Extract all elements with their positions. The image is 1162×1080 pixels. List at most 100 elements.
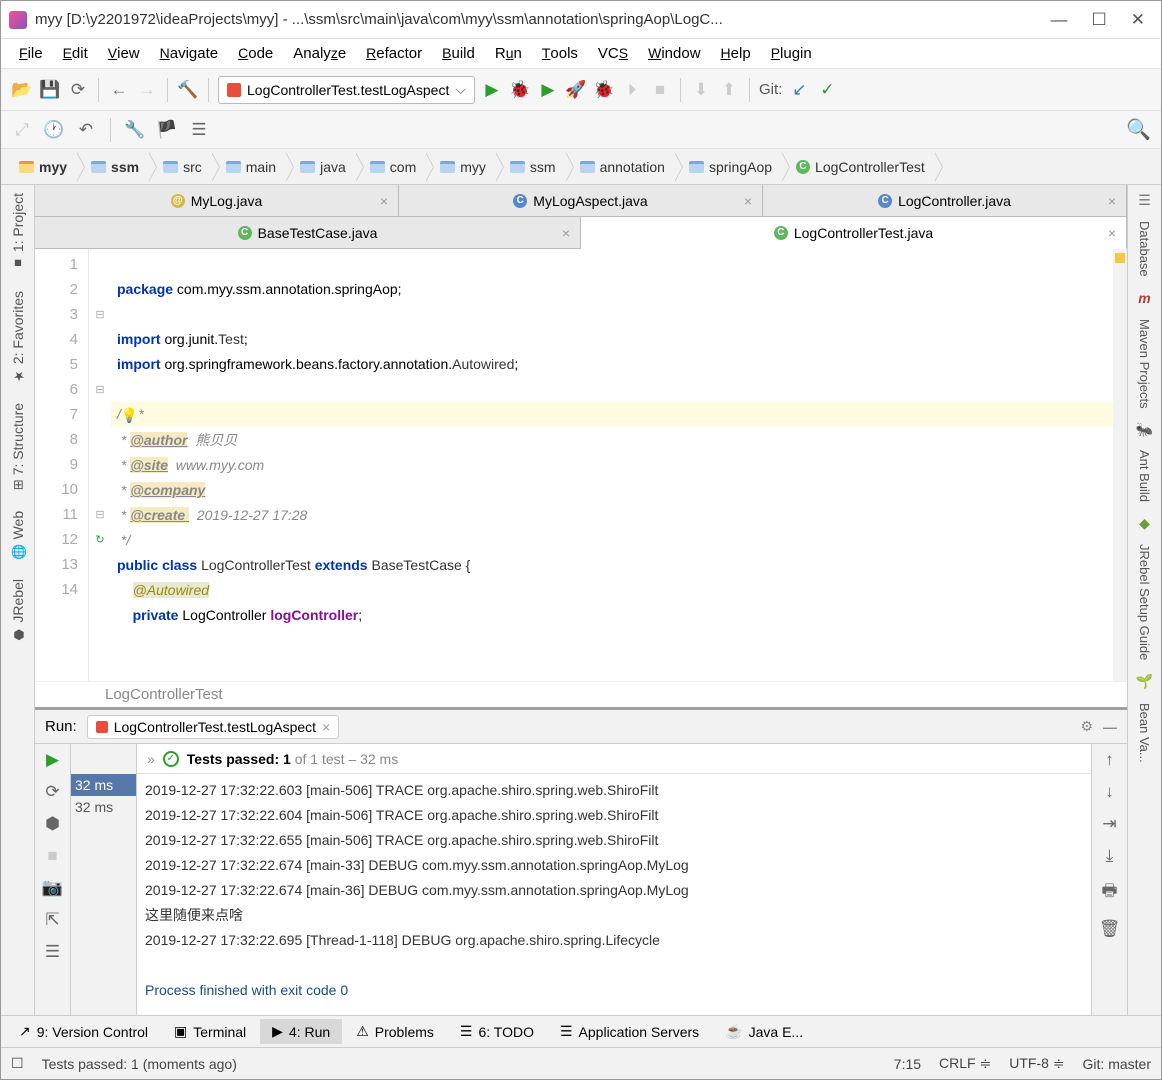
expand-icon[interactable]: ⤢ (11, 119, 33, 141)
menu-plugin[interactable]: Plugin (763, 41, 820, 66)
breadcrumb-item[interactable]: annotation (566, 152, 675, 182)
menu-view[interactable]: View (100, 41, 148, 66)
tool-database[interactable]: Database (1134, 213, 1155, 285)
line-separator[interactable]: CRLF ≑ (939, 1055, 991, 1072)
tab-logcontrollertest[interactable]: CLogControllerTest.java× (581, 217, 1127, 249)
breadcrumb-item[interactable]: springAop (675, 152, 782, 182)
git-push-icon[interactable]: ✓ (816, 79, 838, 101)
camera-icon[interactable]: 📷 (42, 878, 63, 898)
tool-maven[interactable]: Maven Projects (1134, 311, 1155, 417)
tool-jrebel-guide[interactable]: JRebel Setup Guide (1134, 536, 1155, 668)
clock-icon[interactable]: 🕐 (43, 119, 65, 141)
code-content[interactable]: package com.myy.ssm.annotation.springAop… (111, 249, 1113, 681)
close-icon[interactable]: × (322, 719, 330, 735)
rerun-icon[interactable]: ▶ (46, 750, 59, 770)
tool-web[interactable]: 🌐 Web (7, 503, 29, 567)
tool-project[interactable]: ■ 1: Project (7, 185, 29, 279)
code-editor[interactable]: 1234567891011121314 ⊟⊟⊟↻ package com.myy… (35, 249, 1127, 681)
forward-icon[interactable]: → (136, 79, 158, 101)
vcs-update-icon[interactable]: ⬇ (690, 79, 712, 101)
vcs-commit-icon[interactable]: ⬆ (718, 79, 740, 101)
search-icon[interactable]: 🔍 (1126, 117, 1151, 142)
toggle-icon[interactable]: ⟳ (45, 782, 59, 802)
tool-jrebel[interactable]: ⬢ JRebel (7, 571, 29, 650)
expand-arrow-icon[interactable]: » (147, 751, 155, 767)
menu-run[interactable]: Run (487, 41, 530, 66)
run-config-tab[interactable]: LogControllerTest.testLogAspect× (87, 715, 340, 739)
status-frame-icon[interactable]: ☐ (11, 1055, 24, 1072)
stop-icon[interactable]: ■ (47, 846, 57, 866)
breadcrumb-item[interactable]: java (286, 152, 356, 182)
debug-icon[interactable]: 🐞 (509, 79, 531, 101)
stop-icon[interactable]: ■ (649, 79, 671, 101)
jrebel-debug-icon[interactable]: 🐞 (593, 79, 615, 101)
tab-mylogaspect[interactable]: CMyLogAspect.java× (399, 185, 763, 217)
menu-code[interactable]: Code (230, 41, 281, 66)
git-branch[interactable]: Git: master (1083, 1056, 1151, 1072)
breadcrumb-item[interactable]: com (356, 152, 426, 182)
settings-icon[interactable]: ☰ (45, 942, 60, 962)
close-tab-icon[interactable]: × (380, 193, 388, 209)
menu-help[interactable]: Help (713, 41, 759, 66)
tool-favorites[interactable]: ★ 2: Favorites (7, 283, 29, 391)
breadcrumb-item[interactable]: myy (5, 152, 77, 182)
build-icon[interactable]: 🔨 (177, 79, 199, 101)
breadcrumb-item[interactable]: CLogControllerTest (782, 152, 935, 182)
run-icon[interactable]: ▶ (481, 79, 503, 101)
flag-icon[interactable]: 🏴 (156, 119, 178, 141)
tab-mylog[interactable]: @MyLog.java× (35, 185, 399, 217)
wrench-icon[interactable]: 🔧 (124, 119, 146, 141)
menu-navigate[interactable]: Navigate (152, 41, 227, 66)
tab-vcs[interactable]: ↗ 9: Version Control (7, 1019, 160, 1044)
breadcrumb-item[interactable]: main (212, 152, 286, 182)
tab-terminal[interactable]: ▣ Terminal (162, 1019, 258, 1044)
breadcrumb-item[interactable]: ssm (496, 152, 566, 182)
breadcrumb-item[interactable]: ssm (77, 152, 149, 182)
print-icon[interactable]: 🖶 (1101, 878, 1117, 907)
menu-window[interactable]: Window (640, 41, 708, 66)
coverage-icon[interactable]: ▶ (537, 79, 559, 101)
wrap-icon[interactable]: ⇥ (1102, 814, 1116, 834)
test-tree[interactable]: 32 ms 32 ms (71, 744, 137, 1047)
jrebel-icon[interactable]: ⬢ (45, 814, 60, 834)
up-icon[interactable]: ↑ (1105, 750, 1114, 770)
console-output[interactable]: 2019-12-27 17:32:22.603 [main-506] TRACE… (137, 774, 1091, 1047)
tab-basetestcase[interactable]: CBaseTestCase.java× (35, 217, 581, 249)
tool-structure[interactable]: ⊞ 7: Structure (7, 395, 29, 498)
profile-icon[interactable]: ⏵ (621, 79, 643, 101)
tab-problems[interactable]: ⚠ Problems (344, 1019, 446, 1044)
editor-breadcrumb[interactable]: LogControllerTest (35, 681, 1127, 707)
tab-run[interactable]: ▶ 4: Run (260, 1019, 342, 1044)
trash-icon[interactable]: 🗑 (1099, 919, 1121, 939)
save-icon[interactable]: 💾 (39, 79, 61, 101)
close-tab-icon[interactable]: × (1108, 193, 1116, 209)
menu-tools[interactable]: Tools (534, 41, 586, 66)
breadcrumb-item[interactable]: myy (426, 152, 496, 182)
down-icon[interactable]: ↓ (1105, 782, 1114, 802)
sync-icon[interactable]: ⟳ (67, 79, 89, 101)
back-icon[interactable]: ← (108, 79, 130, 101)
close-button[interactable]: ✕ (1131, 10, 1145, 30)
maximize-button[interactable]: ☐ (1092, 10, 1107, 30)
error-stripe[interactable] (1113, 249, 1127, 681)
file-encoding[interactable]: UTF-8 ≑ (1009, 1055, 1064, 1072)
git-pull-icon[interactable]: ↙ (788, 79, 810, 101)
menu-analyze[interactable]: Analyze (285, 41, 354, 66)
tab-javaee[interactable]: ☕ Java E... (713, 1019, 815, 1044)
close-tab-icon[interactable]: × (562, 225, 570, 241)
tool-ant[interactable]: Ant Build (1134, 442, 1155, 510)
breadcrumb-item[interactable]: src (149, 152, 212, 182)
menu-file[interactable]: File (11, 41, 51, 66)
jrebel-run-icon[interactable]: 🚀 (565, 79, 587, 101)
tool-bean[interactable]: Bean Va... (1134, 695, 1155, 771)
tab-logcontroller[interactable]: CLogController.java× (763, 185, 1127, 217)
structure-icon[interactable]: ☰ (188, 119, 210, 141)
run-config-dropdown[interactable]: LogControllerTest.testLogAspect ⌵ (218, 76, 475, 104)
minimize-panel-icon[interactable]: — (1103, 719, 1117, 735)
menu-refactor[interactable]: Refactor (358, 41, 430, 66)
undo-icon[interactable]: ↶ (75, 119, 97, 141)
scroll-icon[interactable]: ⤓ (1106, 846, 1114, 866)
close-tab-icon[interactable]: × (1108, 225, 1116, 241)
tab-appservers[interactable]: ☰ Application Servers (548, 1019, 711, 1044)
gear-icon[interactable]: ⚙ (1080, 718, 1093, 735)
